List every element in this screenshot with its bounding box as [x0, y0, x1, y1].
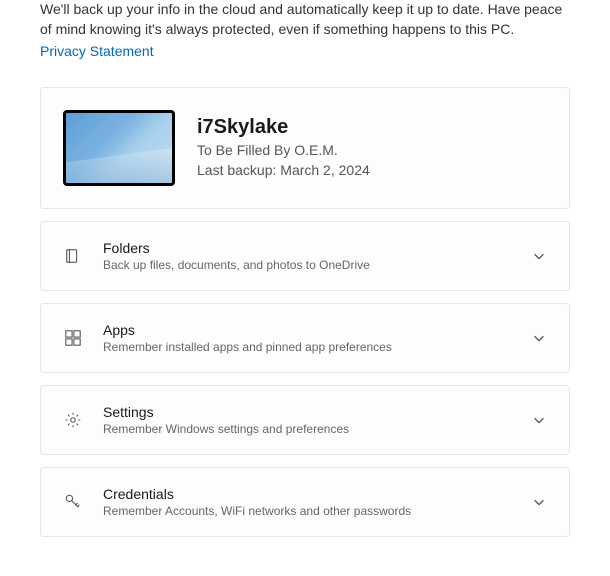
folders-title: Folders	[103, 240, 511, 256]
folders-row[interactable]: Folders Back up files, documents, and ph…	[40, 221, 570, 291]
device-last-backup: Last backup: March 2, 2024	[197, 161, 370, 181]
device-name: i7Skylake	[197, 116, 370, 139]
device-card: i7Skylake To Be Filled By O.E.M. Last ba…	[40, 87, 570, 209]
chevron-down-icon	[531, 330, 547, 346]
apps-desc: Remember installed apps and pinned app p…	[103, 340, 511, 354]
apps-icon	[63, 328, 83, 348]
device-thumbnail	[63, 110, 175, 186]
device-info: i7Skylake To Be Filled By O.E.M. Last ba…	[197, 116, 370, 180]
apps-title: Apps	[103, 322, 511, 338]
settings-row[interactable]: Settings Remember Windows settings and p…	[40, 385, 570, 455]
gear-icon	[63, 410, 83, 430]
folders-desc: Back up files, documents, and photos to …	[103, 258, 511, 272]
credentials-row[interactable]: Credentials Remember Accounts, WiFi netw…	[40, 467, 570, 537]
device-oem: To Be Filled By O.E.M.	[197, 141, 370, 161]
credentials-text: Credentials Remember Accounts, WiFi netw…	[103, 486, 511, 518]
apps-row[interactable]: Apps Remember installed apps and pinned …	[40, 303, 570, 373]
folder-icon	[63, 246, 83, 266]
settings-text: Settings Remember Windows settings and p…	[103, 404, 511, 436]
settings-title: Settings	[103, 404, 511, 420]
key-icon	[63, 492, 83, 512]
chevron-down-icon	[531, 248, 547, 264]
chevron-down-icon	[531, 494, 547, 510]
chevron-down-icon	[531, 412, 547, 428]
privacy-statement-link[interactable]: Privacy Statement	[0, 43, 194, 87]
intro-description: We'll back up your info in the cloud and…	[0, 0, 610, 43]
apps-text: Apps Remember installed apps and pinned …	[103, 322, 511, 354]
credentials-title: Credentials	[103, 486, 511, 502]
folders-text: Folders Back up files, documents, and ph…	[103, 240, 511, 272]
credentials-desc: Remember Accounts, WiFi networks and oth…	[103, 504, 511, 518]
settings-desc: Remember Windows settings and preference…	[103, 422, 511, 436]
